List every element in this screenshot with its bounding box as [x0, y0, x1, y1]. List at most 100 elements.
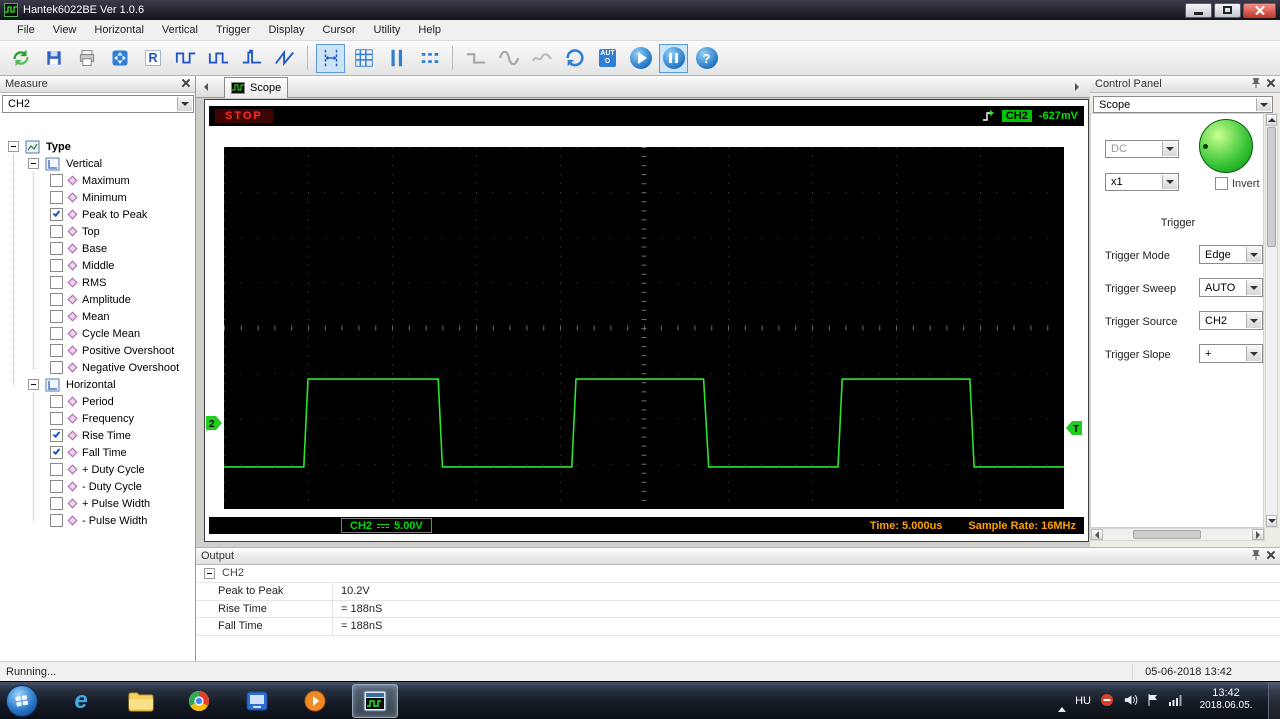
measure-item[interactable]: Minimum	[0, 189, 195, 206]
measure-item[interactable]: Mean	[0, 308, 195, 325]
self-calibration-icon[interactable]	[105, 44, 134, 73]
trigger-setting-select[interactable]: +	[1199, 344, 1263, 363]
autoset-icon[interactable]: AUTO	[593, 44, 622, 73]
measure-item-checkbox[interactable]	[50, 395, 63, 408]
measure-item-checkbox[interactable]	[50, 276, 63, 289]
invert-checkbox[interactable]	[1215, 177, 1228, 190]
default-setup-icon[interactable]: R	[138, 44, 167, 73]
tab-scroll-left-icon[interactable]	[199, 80, 213, 94]
channel2-position-marker[interactable]: 2	[206, 416, 223, 430]
collapse-icon[interactable]	[8, 141, 19, 152]
menu-item[interactable]: Help	[409, 21, 450, 39]
trigger-setting-select[interactable]: AUTO	[1199, 278, 1263, 297]
taskbar-explorer-button[interactable]	[120, 684, 162, 718]
measure-channel-select[interactable]: CH2	[2, 95, 194, 113]
trigger-level-marker[interactable]: T	[1065, 421, 1082, 435]
channel-scale-chip[interactable]: CH2 5.00V	[341, 518, 432, 533]
measure-item[interactable]: Cycle Mean	[0, 325, 195, 342]
connect-icon[interactable]	[6, 44, 35, 73]
measure-item[interactable]: Fall Time	[0, 444, 195, 461]
combo-arrow-icon[interactable]	[1162, 175, 1177, 189]
combo-arrow-icon[interactable]	[1246, 346, 1261, 361]
measure-tree-root[interactable]: Type	[0, 138, 195, 155]
taskbar-ie-button[interactable]: e	[60, 684, 102, 718]
measure-item-checkbox[interactable]	[50, 174, 63, 187]
measure-item-checkbox[interactable]	[50, 327, 63, 340]
measure-item-checkbox[interactable]	[50, 344, 63, 357]
collapse-icon[interactable]	[28, 379, 39, 390]
measure-item[interactable]: - Pulse Width	[0, 512, 195, 529]
network-icon[interactable]	[1168, 693, 1184, 710]
measure-item-checkbox[interactable]	[50, 514, 63, 527]
scroll-right-icon[interactable]	[1252, 529, 1264, 540]
vertical-cursors-icon[interactable]	[382, 44, 411, 73]
combo-arrow-icon[interactable]	[177, 97, 192, 111]
menu-item[interactable]: View	[44, 21, 86, 39]
control-panel-close-icon[interactable]	[1267, 78, 1275, 90]
measure-item-checkbox[interactable]	[50, 293, 63, 306]
collapse-icon[interactable]	[204, 567, 215, 579]
control-panel-vscrollbar[interactable]	[1265, 113, 1278, 528]
cursor-measure-icon[interactable]	[316, 43, 345, 73]
taskbar-app-orange-button[interactable]	[294, 684, 336, 718]
scroll-up-icon[interactable]	[1266, 114, 1277, 126]
measure-item-checkbox[interactable]	[50, 259, 63, 272]
measure-item-checkbox[interactable]	[50, 480, 63, 493]
taskbar-chrome-button[interactable]	[178, 684, 220, 718]
measure-group-vertical[interactable]: Vertical	[0, 155, 195, 172]
grid-icon[interactable]	[349, 44, 378, 73]
combo-arrow-icon[interactable]	[1256, 98, 1271, 111]
taskbar-clock[interactable]: 13:42 2018.06.05.	[1188, 687, 1264, 712]
show-desktop-button[interactable]	[1268, 682, 1280, 719]
combo-arrow-icon[interactable]	[1246, 280, 1261, 295]
menu-item[interactable]: Trigger	[207, 21, 259, 39]
menu-item[interactable]: File	[8, 21, 44, 39]
maximize-button[interactable]	[1214, 2, 1241, 18]
pulse-wave-icon[interactable]	[237, 44, 266, 73]
pin-icon[interactable]	[1251, 77, 1261, 92]
pin-icon[interactable]	[1251, 549, 1261, 564]
attenuation-select[interactable]: x1	[1105, 173, 1179, 191]
collapse-icon[interactable]	[28, 158, 39, 169]
measure-item[interactable]: Rise Time	[0, 427, 195, 444]
tab-scope[interactable]: Scope	[224, 77, 288, 98]
taskbar-hantek-button[interactable]	[352, 684, 398, 718]
language-indicator[interactable]: HU	[1075, 695, 1091, 707]
measure-item-checkbox[interactable]	[50, 361, 63, 374]
square-wave-step-icon[interactable]	[204, 44, 233, 73]
vscroll-thumb[interactable]	[1267, 127, 1276, 247]
measure-item[interactable]: RMS	[0, 274, 195, 291]
measure-item[interactable]: Middle	[0, 257, 195, 274]
measure-item[interactable]: + Pulse Width	[0, 495, 195, 512]
measure-close-icon[interactable]	[182, 78, 190, 90]
output-close-icon[interactable]	[1267, 550, 1275, 562]
measure-item[interactable]: Peak to Peak	[0, 206, 195, 223]
refresh-icon[interactable]	[560, 44, 589, 73]
measure-item[interactable]: Negative Overshoot	[0, 359, 195, 376]
tray-update-icon[interactable]	[1100, 693, 1114, 710]
control-panel-select[interactable]: Scope	[1093, 96, 1273, 113]
horizontal-cursors-icon[interactable]	[415, 44, 444, 73]
coupling-select[interactable]: DC	[1105, 140, 1179, 158]
measure-item-checkbox[interactable]	[50, 463, 63, 476]
measure-item[interactable]: Top	[0, 223, 195, 240]
square-wave-icon[interactable]	[171, 44, 200, 73]
volts-div-knob[interactable]	[1199, 119, 1253, 173]
scroll-down-icon[interactable]	[1266, 515, 1277, 527]
menu-item[interactable]: Horizontal	[85, 21, 153, 39]
measure-item[interactable]: Amplitude	[0, 291, 195, 308]
pause-icon[interactable]	[659, 43, 688, 73]
measure-item-checkbox[interactable]	[50, 412, 63, 425]
combo-arrow-icon[interactable]	[1246, 247, 1261, 262]
measure-item-checkbox[interactable]	[50, 497, 63, 510]
measure-item-checkbox[interactable]	[50, 429, 63, 442]
start-icon[interactable]	[626, 44, 655, 73]
print-icon[interactable]	[72, 44, 101, 73]
control-panel-hscrollbar[interactable]	[1090, 528, 1265, 541]
combo-arrow-icon[interactable]	[1246, 313, 1261, 328]
measure-item-checkbox[interactable]	[50, 191, 63, 204]
hscroll-thumb[interactable]	[1133, 530, 1201, 539]
scroll-left-icon[interactable]	[1091, 529, 1103, 540]
trigger-setting-select[interactable]: Edge	[1199, 245, 1263, 264]
measure-item-checkbox[interactable]	[50, 242, 63, 255]
